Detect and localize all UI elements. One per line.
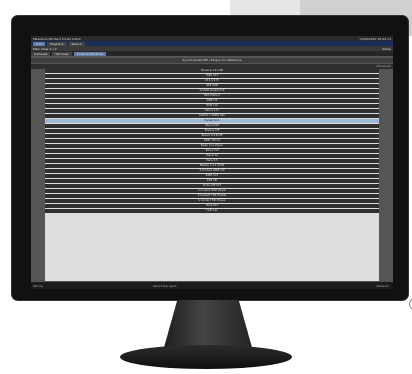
list-item[interactable]: S Contact TNK Hostile [45,194,379,198]
menu-search[interactable]: Search [68,41,85,46]
list-item[interactable]: FCIE 1a2 [45,209,379,213]
list-item[interactable]: Sm/Met Gadpel CIP [45,89,379,93]
list-item[interactable]: Z2B CIP [45,179,379,183]
list-item[interactable]: Maselu 1 a 1 CCAE [45,164,379,168]
list-item[interactable]: Perla S73 [45,204,379,208]
list-item[interactable]: DEA Praha 4 [45,94,379,98]
list-item[interactable]: SKoux CIP [45,149,379,153]
monitor-bezel: Milestone XProtect Smart Client 11/06/20… [12,16,412,310]
list-item[interactable]: Pryvek 4.LS [45,119,379,123]
list-item[interactable]: Z2B1 CIP D1 [45,139,379,143]
menu-playback[interactable]: Playback [47,41,67,46]
list-item[interactable]: HVSI 1 IP [45,104,379,108]
list-item[interactable]: Podvo IPP S73 [45,184,379,188]
status-bar: Set up Select the input Network [31,282,393,289]
view-selector[interactable]: Main View 2 x 2 [31,47,57,51]
list-item[interactable]: S Contact OMIE CIP [45,169,379,173]
tab-cameras[interactable]: Cameras [31,51,51,56]
list-item[interactable]: IB 5.4 S73 [45,79,379,83]
tab-bar: Cameras Windows Floating Windows [31,51,393,56]
list-item[interactable]: IIDE CAM [45,84,379,88]
list-item[interactable]: FAB1 S73 [45,74,379,78]
list-item[interactable]: S Contact DMX Player [45,189,379,193]
monitor-stand-base [120,345,292,369]
list-item[interactable]: Z2B1 S73 [45,174,379,178]
list-item[interactable]: Muxes & 10.1.88 [45,69,379,73]
list-item[interactable]: Milyna CIP [45,124,379,128]
list-item[interactable]: Diacel S2 [45,154,379,158]
window-title: Milestone XProtect Smart Client [33,36,81,41]
status-left: Set up [33,283,43,288]
list-item[interactable]: Paloci S73 [45,109,379,113]
list-item[interactable]: MNE CIP [45,99,379,103]
tab-windows[interactable]: Windows [52,51,72,56]
clock: 11/06/2012 10:02:11 [359,36,391,41]
monitor-screen: Milestone XProtect Smart Client 11/06/20… [31,36,393,289]
tab-floating-windows[interactable]: Floating Windows [73,51,107,56]
panel-title: Synchronized PIP / Plug-in for Milestone [31,58,393,63]
list-item[interactable]: S Contact TNK Player [45,199,379,203]
monitor-stand-neck [163,300,253,348]
list-item[interactable]: Bylen Line Player [45,144,379,148]
menu-live[interactable]: Live [33,41,46,46]
list-item[interactable]: SLOOS 1 OMEN 19h [45,114,379,118]
status-mid: Select the input [152,283,177,288]
status-right: Network [376,283,389,288]
list-item[interactable]: Ztewny CIP [45,129,379,133]
setup-button[interactable]: Setup [382,47,393,51]
camera-list: Muxes & 10.1.88 FAB1 S73 IB 5.4 S73 IIDE CA… [45,69,379,281]
list-item[interactable]: Perla 3.5 [45,159,379,163]
list-item[interactable]: Bozaci 4.9.8 CIP [45,134,379,138]
